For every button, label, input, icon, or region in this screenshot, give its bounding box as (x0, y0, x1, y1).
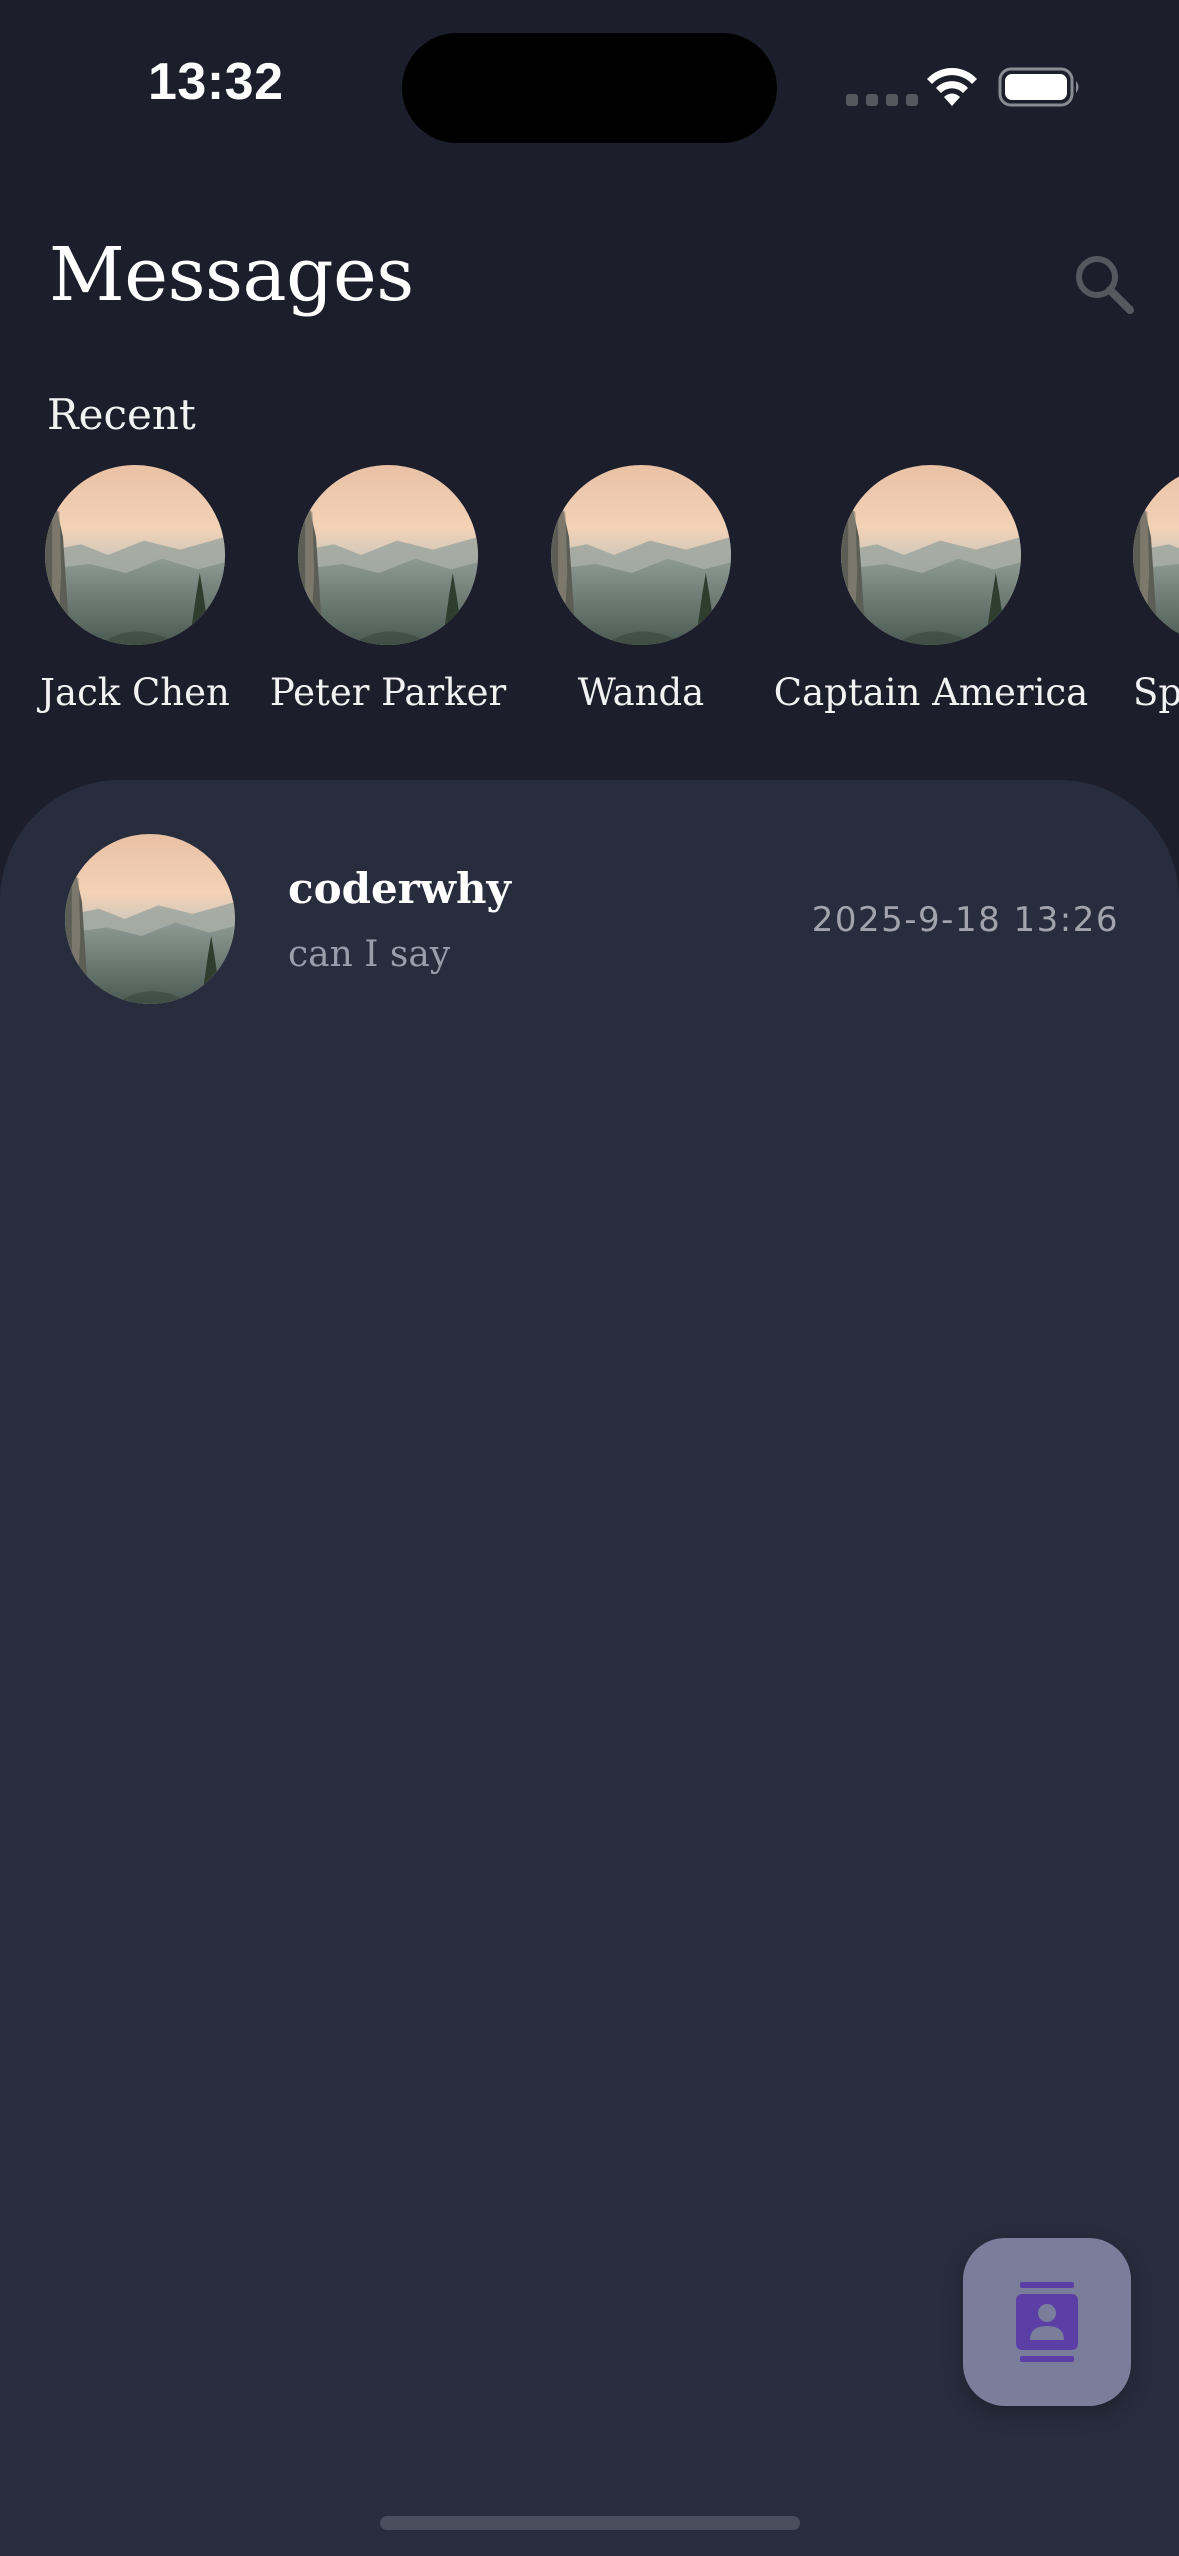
recent-contact[interactable]: Sp (1133, 465, 1179, 714)
contact-name: Wanda (577, 671, 705, 714)
recent-section-label: Recent (47, 390, 196, 439)
message-row[interactable]: coderwhy can I say 2025-9-18 13:26 (0, 820, 1179, 1004)
contact-avatar (841, 465, 1021, 645)
screen: 13:32 Messages Recent Jack Chen Peter Pa… (0, 0, 1179, 2556)
page-title: Messages (49, 232, 414, 318)
message-avatar (65, 834, 235, 1004)
search-button[interactable] (1070, 250, 1140, 320)
message-sender: coderwhy (288, 864, 511, 913)
battery-icon (998, 67, 1079, 107)
wifi-icon (927, 68, 977, 106)
contacts-icon (1016, 2282, 1078, 2362)
contact-avatar (551, 465, 731, 645)
message-timestamp: 2025-9-18 13:26 (811, 900, 1119, 940)
cellular-signal-icon (846, 94, 918, 106)
dynamic-island (402, 33, 777, 143)
contact-avatar (1133, 465, 1179, 645)
search-icon (1076, 256, 1134, 314)
contact-name: Jack Chen (40, 671, 230, 714)
contact-avatar (45, 465, 225, 645)
recent-contact[interactable]: Wanda (551, 465, 731, 714)
home-indicator[interactable] (380, 2516, 800, 2530)
message-preview: can I say (288, 934, 451, 975)
contact-name: Peter Parker (269, 671, 507, 714)
recent-contact[interactable]: Peter Parker (270, 465, 506, 714)
status-time: 13:32 (148, 53, 284, 111)
contacts-fab-button[interactable] (963, 2238, 1131, 2406)
contact-avatar (298, 465, 478, 645)
contact-name: Captain America (773, 671, 1089, 714)
recent-contact[interactable]: Captain America (774, 465, 1088, 714)
contact-name: Sp (1133, 671, 1179, 714)
recent-contact[interactable]: Jack Chen (40, 465, 230, 714)
